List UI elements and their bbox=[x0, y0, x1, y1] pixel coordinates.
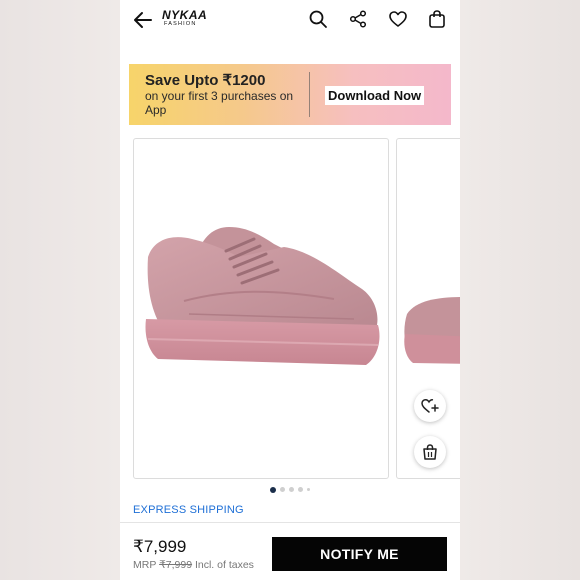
product-image-main[interactable] bbox=[133, 138, 389, 479]
bag-icon bbox=[423, 444, 437, 460]
heart-icon[interactable] bbox=[388, 9, 408, 29]
top-bar: NYKAA FASHION bbox=[120, 0, 460, 40]
tax-note: Incl. of taxes bbox=[194, 559, 254, 571]
background-left bbox=[0, 0, 120, 580]
banner-divider bbox=[309, 72, 310, 117]
logo-brand-text: NYKAA bbox=[162, 8, 208, 22]
bag-icon[interactable] bbox=[427, 9, 447, 29]
add-to-bag-fab[interactable] bbox=[414, 436, 446, 468]
carousel-dot[interactable] bbox=[289, 487, 294, 492]
banner-subtitle: on your first 3 purchases on App bbox=[145, 89, 294, 117]
carousel-dot-active[interactable] bbox=[270, 486, 276, 493]
app-promo-banner[interactable]: Save Upto ₹1200 on your first 3 purchase… bbox=[129, 64, 451, 125]
product-page: NYKAA FASHION Save Upto ₹1200 on your fi… bbox=[120, 0, 460, 580]
product-image-next[interactable] bbox=[396, 138, 460, 479]
banner-title: Save Upto ₹1200 bbox=[145, 72, 266, 89]
mrp-label: MRP bbox=[133, 559, 157, 571]
search-icon[interactable] bbox=[308, 9, 328, 29]
sneakers-image bbox=[145, 227, 380, 365]
background-right bbox=[460, 0, 580, 580]
carousel-dot[interactable] bbox=[298, 487, 303, 492]
heart-plus-icon bbox=[421, 398, 439, 413]
download-now-button[interactable]: Download Now bbox=[325, 86, 425, 105]
current-price: ₹7,999 bbox=[133, 537, 187, 556]
carousel-dot[interactable] bbox=[307, 488, 310, 491]
share-icon[interactable] bbox=[348, 9, 368, 29]
express-shipping-label: EXPRESS SHIPPING bbox=[133, 504, 244, 516]
sneakers-image-partial bbox=[404, 297, 460, 364]
mrp-line: MRP ₹7,999 Incl. of taxes bbox=[133, 559, 254, 571]
back-arrow-icon[interactable] bbox=[132, 9, 154, 31]
logo-sub-text: FASHION bbox=[164, 21, 197, 27]
wishlist-fab[interactable] bbox=[414, 390, 446, 422]
mrp-value: ₹7,999 bbox=[159, 559, 193, 571]
notify-me-button[interactable]: NOTIFY ME bbox=[272, 537, 447, 571]
carousel-dot[interactable] bbox=[280, 487, 285, 492]
divider bbox=[120, 522, 460, 523]
brand-logo[interactable]: NYKAA FASHION bbox=[162, 8, 208, 31]
